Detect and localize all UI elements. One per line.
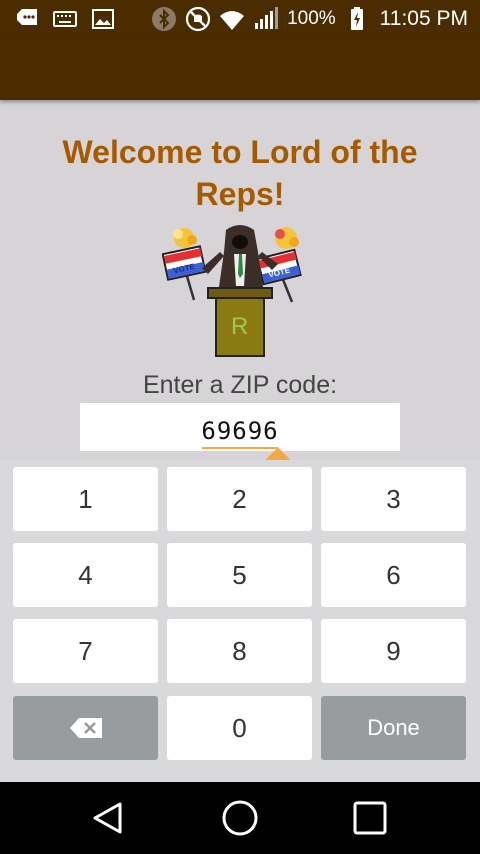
do-not-disturb-icon [185,6,211,32]
key-1[interactable]: 1 [13,467,158,531]
back-button[interactable] [88,798,128,838]
key-0[interactable]: 0 [167,696,312,760]
navigation-bar [0,782,480,854]
zip-input[interactable]: 69696 [80,403,400,451]
keyboard-icon [52,6,78,32]
key-8[interactable]: 8 [167,619,312,683]
key-7[interactable]: 7 [13,619,158,683]
page-title: Welcome to Lord of the Reps! [62,134,418,212]
status-left-icons [14,6,116,32]
recents-button[interactable] [350,798,390,838]
recents-icon [353,801,387,835]
status-bar: 100% 11:05 PM [0,0,480,38]
podium-letter: R [231,313,248,340]
status-right-icons: 100% 11:05 PM [151,6,468,32]
key-3[interactable]: 3 [321,467,466,531]
key-6[interactable]: 6 [321,543,466,607]
bluetooth-icon [151,6,177,32]
status-time: 11:05 PM [379,7,468,30]
home-button[interactable] [220,798,260,838]
key-4[interactable]: 4 [13,543,158,607]
image-icon [90,6,116,32]
backspace-icon [69,718,102,738]
input-focus-underline [202,447,278,449]
home-icon [222,800,258,836]
key-5[interactable]: 5 [167,543,312,607]
key-9[interactable]: 9 [321,619,466,683]
battery-charging-icon [344,6,370,32]
zip-label: Enter a ZIP code: [142,371,338,399]
done-button[interactable]: Done [321,696,466,760]
wifi-icon [219,6,245,32]
lord-of-the-reps-logo: VOTE VOTE R [162,225,302,357]
zip-input-value: 69696 [201,417,279,445]
backspace-button[interactable] [13,696,158,760]
message-icon [14,6,40,32]
signal-icon [253,6,279,32]
battery-percent: 100% [287,8,336,29]
vote-sign-left: VOTE [162,228,207,301]
numeric-keypad: 1 2 3 4 5 6 7 8 9 0 Done [0,460,480,782]
key-2[interactable]: 2 [167,467,312,531]
podium: R [207,287,273,357]
back-icon [93,802,122,834]
app-bar [0,38,480,100]
